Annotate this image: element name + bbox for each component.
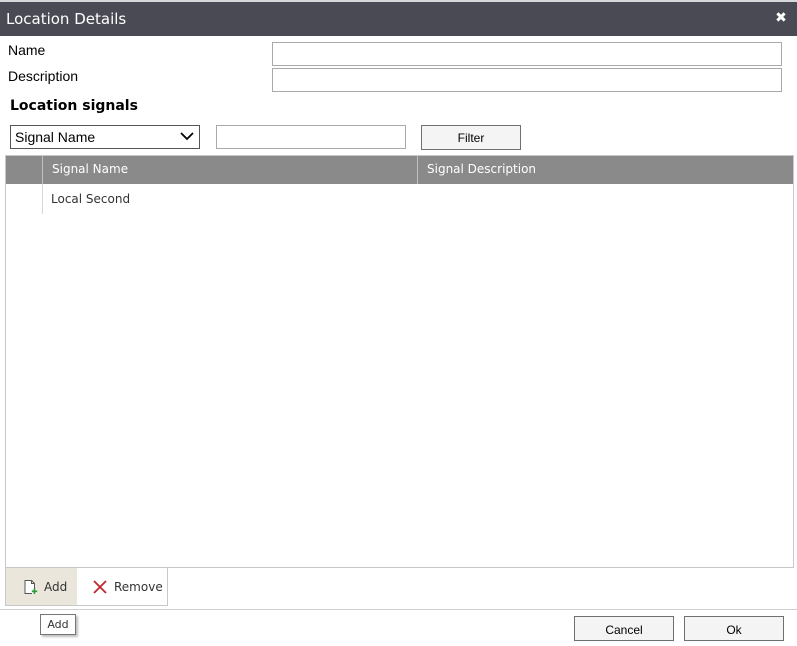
filter-field-selected-value: Signal Name	[15, 129, 96, 145]
add-button-label: Add	[44, 580, 68, 594]
location-signals-heading: Location signals	[10, 98, 138, 114]
filter-value-input[interactable]	[216, 125, 406, 149]
description-input[interactable]	[272, 68, 782, 92]
column-header-signal-description[interactable]: Signal Description	[418, 156, 793, 184]
add-tooltip: Add	[40, 614, 76, 635]
row-selector[interactable]	[6, 184, 43, 214]
filter-field-select[interactable]: Signal Name	[10, 125, 200, 149]
add-button[interactable]: Add	[6, 568, 77, 605]
grid-header: Signal Name Signal Description	[6, 156, 793, 184]
ok-button[interactable]: Ok	[684, 616, 784, 641]
grid-toolbar: Add Remove	[5, 568, 168, 606]
cell-signal-name: Local Second	[51, 192, 131, 206]
add-document-icon	[24, 580, 38, 594]
chevron-down-icon	[180, 132, 194, 141]
dialog-title: Location Details	[6, 10, 127, 28]
remove-button[interactable]: Remove	[77, 568, 168, 605]
grid-selector-header	[6, 156, 43, 184]
remove-button-label: Remove	[114, 580, 163, 594]
close-icon[interactable]: ✖	[774, 11, 788, 25]
cell-signal-description	[418, 184, 793, 214]
column-header-signal-name[interactable]: Signal Name	[43, 156, 418, 184]
remove-x-icon	[93, 580, 107, 594]
footer-divider	[0, 609, 797, 610]
description-label: Description	[8, 68, 79, 84]
filter-button[interactable]: Filter	[421, 125, 521, 150]
name-label: Name	[8, 42, 46, 58]
cancel-button[interactable]: Cancel	[574, 616, 674, 641]
signals-grid: Signal Name Signal Description Local Sec…	[5, 155, 794, 568]
name-input[interactable]	[272, 42, 782, 66]
table-row[interactable]: Local Second	[6, 184, 793, 214]
dialog-titlebar: Location Details ✖	[0, 0, 797, 36]
